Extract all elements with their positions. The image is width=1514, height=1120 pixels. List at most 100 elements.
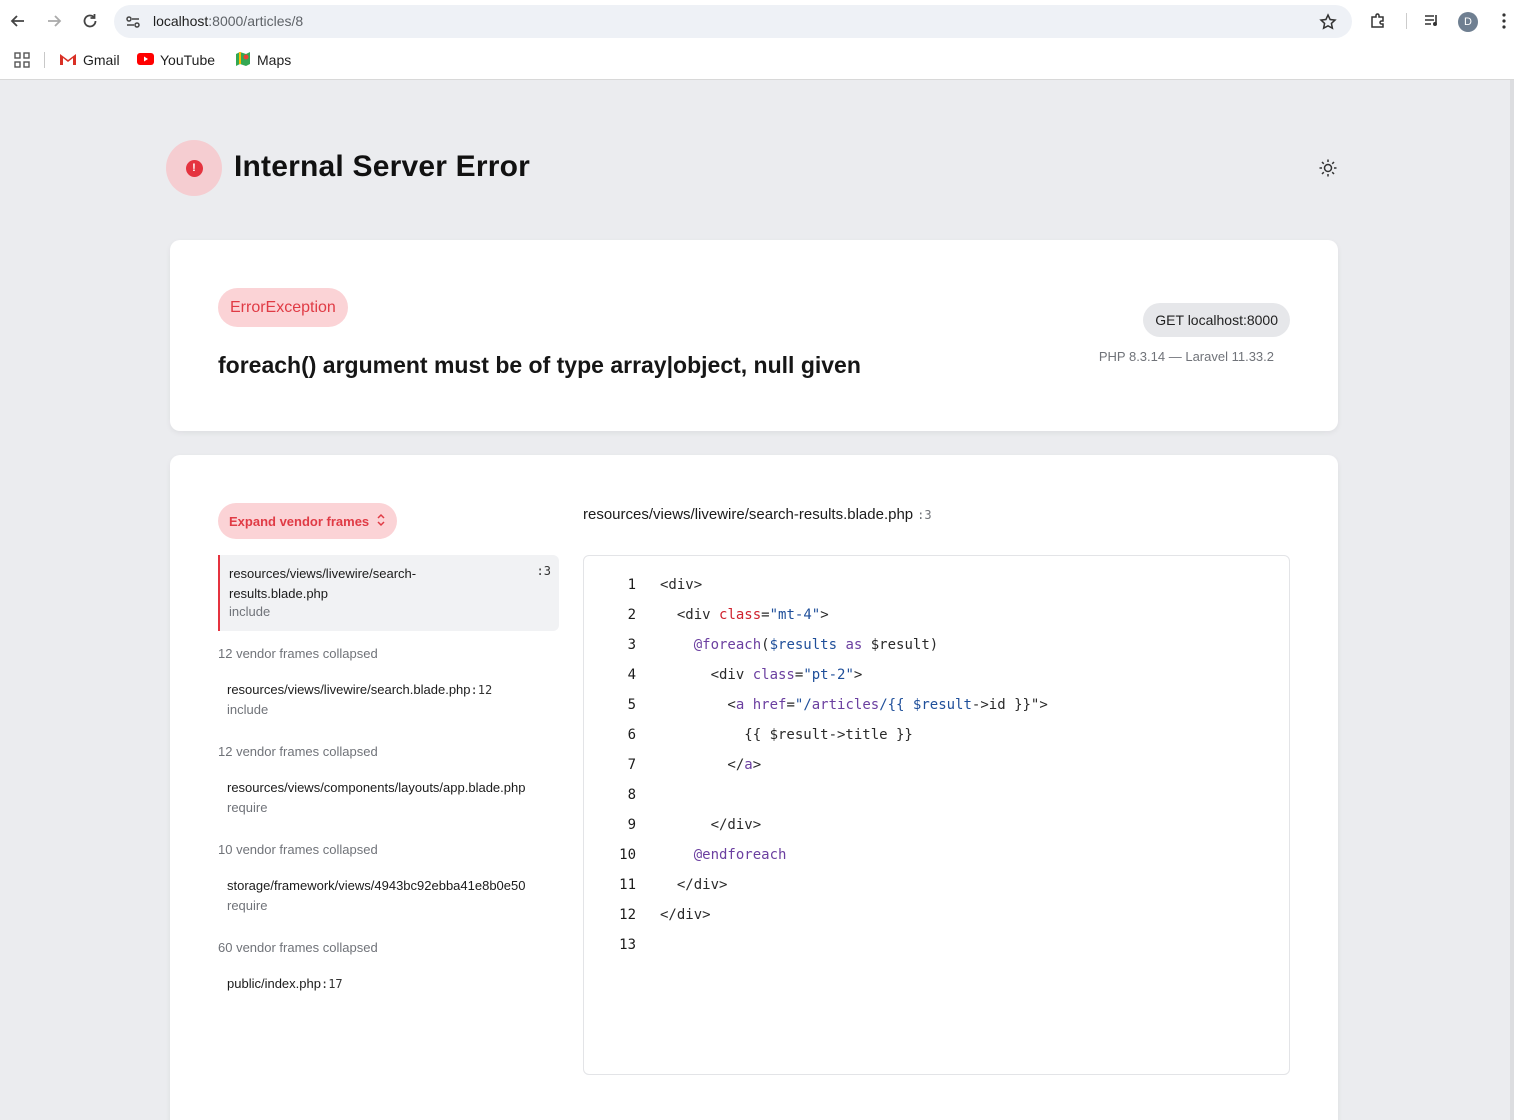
- code-line: 7 </a>: [584, 750, 1289, 780]
- code-text: {{ $result->title }}: [660, 727, 913, 743]
- maps-icon: [235, 51, 251, 70]
- page-scrollbar[interactable]: [1510, 80, 1514, 1120]
- code-text: <a href="/articles/{{ $result->id }}">: [660, 697, 1048, 713]
- forward-icon[interactable]: [44, 11, 64, 31]
- frame-line: :12: [470, 683, 493, 697]
- frame-line: :3: [536, 564, 551, 578]
- code-text: </div>: [660, 877, 728, 893]
- code-line: 11 </div>: [584, 870, 1289, 900]
- browser-toolbar: localhost:8000/articles/8 D: [0, 0, 1514, 42]
- vendor-frames-collapsed[interactable]: 10 vendor frames collapsed: [218, 842, 378, 857]
- code-line: 3 @foreach($results as $result): [584, 630, 1289, 660]
- bookmarks-bar: Gmail YouTube Maps: [0, 42, 1514, 78]
- line-number: 7: [627, 757, 636, 773]
- theme-toggle-sun-icon[interactable]: [1317, 157, 1339, 179]
- code-line: 4 <div class="pt-2">: [584, 660, 1289, 690]
- code-text: @endforeach: [693, 847, 787, 863]
- url-text: localhost:8000/articles/8: [153, 13, 304, 29]
- browser-chrome: localhost:8000/articles/8 D Gmail YouTub…: [0, 0, 1514, 80]
- vendor-frames-collapsed[interactable]: 12 vendor frames collapsed: [218, 646, 378, 661]
- alert-icon: !: [166, 140, 222, 196]
- reload-icon[interactable]: [80, 11, 100, 31]
- line-number: 6: [627, 727, 636, 743]
- frame-path: resources/views/livewire/search-results.…: [229, 566, 417, 601]
- code-text: </div>: [660, 907, 711, 923]
- line-number: 2: [627, 607, 636, 623]
- code-viewer: 1 <div> 2 <div class="mt-4"> 3 @foreach(…: [583, 555, 1290, 1075]
- frame-path: storage/framework/views/4943bc92ebba41e8…: [227, 878, 526, 893]
- profile-avatar[interactable]: D: [1458, 12, 1478, 32]
- frame-path: public/index.php: [227, 976, 321, 991]
- code-file-path: resources/views/livewire/search-results.…: [583, 506, 932, 523]
- request-badge: GET localhost:8000: [1143, 303, 1290, 337]
- bookmark-label: Gmail: [83, 52, 120, 68]
- bookmark-label: Maps: [257, 52, 292, 68]
- vendor-frames-collapsed[interactable]: 60 vendor frames collapsed: [218, 940, 378, 955]
- bookmark-gmail[interactable]: Gmail: [59, 50, 120, 70]
- expand-vendor-frames-button[interactable]: Expand vendor frames: [218, 503, 398, 539]
- code-line: 8: [584, 780, 1289, 810]
- stack-frame[interactable]: resources/views/components/layouts/app.b…: [227, 778, 561, 818]
- code-text: <div class="pt-2">: [660, 667, 863, 683]
- youtube-icon: [137, 52, 154, 68]
- back-icon[interactable]: [8, 11, 28, 31]
- bookmark-star-icon[interactable]: [1318, 12, 1338, 32]
- exception-type-badge: ErrorException: [218, 288, 348, 327]
- frame-path: resources/views/components/layouts/app.b…: [227, 780, 526, 795]
- bookmark-label: YouTube: [160, 52, 216, 68]
- frame-path: resources/views/livewire/search.blade.ph…: [227, 682, 471, 697]
- code-text: </a>: [660, 757, 762, 773]
- page-title: Internal Server Error: [234, 150, 530, 183]
- bookmark-youtube[interactable]: YouTube: [137, 50, 215, 70]
- frame-call: require: [227, 800, 268, 815]
- code-text: <div>: [660, 577, 703, 593]
- stack-frame[interactable]: resources/views/livewire/search.blade.ph…: [227, 680, 561, 720]
- toolbar-divider: [1406, 13, 1407, 29]
- gmail-icon: [59, 52, 77, 69]
- code-line: 10 @endforeach: [584, 840, 1289, 870]
- code-text: </div>: [660, 817, 762, 833]
- stack-frame[interactable]: storage/framework/views/4943bc92ebba41e8…: [227, 876, 561, 916]
- frame-call: include: [229, 604, 271, 619]
- code-text: <div class="mt-4">: [660, 607, 829, 623]
- apps-grid-icon[interactable]: [13, 51, 31, 69]
- line-number: 1: [627, 577, 636, 593]
- code-line: 1 <div>: [584, 570, 1289, 600]
- line-number: 11: [619, 877, 636, 893]
- code-line: 9 </div>: [584, 810, 1289, 840]
- bookmark-maps[interactable]: Maps: [235, 50, 291, 70]
- stack-trace-card: Expand vendor frames resources/views/liv…: [170, 455, 1338, 1120]
- frame-line: :17: [320, 977, 343, 991]
- exception-card: ErrorException foreach() argument must b…: [170, 240, 1338, 431]
- code-line: 6 {{ $result->title }}: [584, 720, 1289, 750]
- code-line: 5 <a href="/articles/{{ $result->id }}">: [584, 690, 1289, 720]
- site-info-icon[interactable]: [124, 13, 142, 31]
- line-number: 8: [627, 787, 636, 803]
- line-number: 5: [627, 697, 636, 713]
- line-number: 10: [619, 847, 636, 863]
- frame-call: require: [227, 898, 268, 913]
- line-number: 3: [627, 637, 636, 653]
- stack-frame-active[interactable]: resources/views/livewire/search-results.…: [218, 555, 559, 631]
- stack-frame[interactable]: public/index.php:17: [227, 974, 561, 994]
- code-line: 13: [584, 930, 1289, 960]
- bookmarks-divider: [44, 52, 45, 68]
- code-text: @foreach($results as $result): [693, 637, 939, 653]
- media-control-icon[interactable]: [1422, 11, 1442, 31]
- address-bar[interactable]: localhost:8000/articles/8: [114, 5, 1352, 38]
- alert-glyph: !: [185, 159, 203, 177]
- version-info: PHP 8.3.14 — Laravel 11.33.2: [1098, 349, 1274, 364]
- vendor-frames-collapsed[interactable]: 12 vendor frames collapsed: [218, 744, 378, 759]
- line-number: 12: [619, 907, 636, 923]
- menu-kebab-icon[interactable]: [1494, 11, 1514, 31]
- code-line: 12 </div>: [584, 900, 1289, 930]
- line-number: 13: [619, 937, 636, 953]
- extensions-icon[interactable]: [1368, 11, 1388, 31]
- frame-call: include: [227, 702, 269, 717]
- chevron-up-down-icon: [376, 513, 386, 530]
- line-number: 4: [627, 667, 636, 683]
- code-file-name: resources/views/livewire/search-results.…: [583, 506, 914, 523]
- expand-button-label: Expand vendor frames: [229, 513, 370, 529]
- code-file-line: :3: [917, 508, 932, 522]
- line-number: 9: [627, 817, 636, 833]
